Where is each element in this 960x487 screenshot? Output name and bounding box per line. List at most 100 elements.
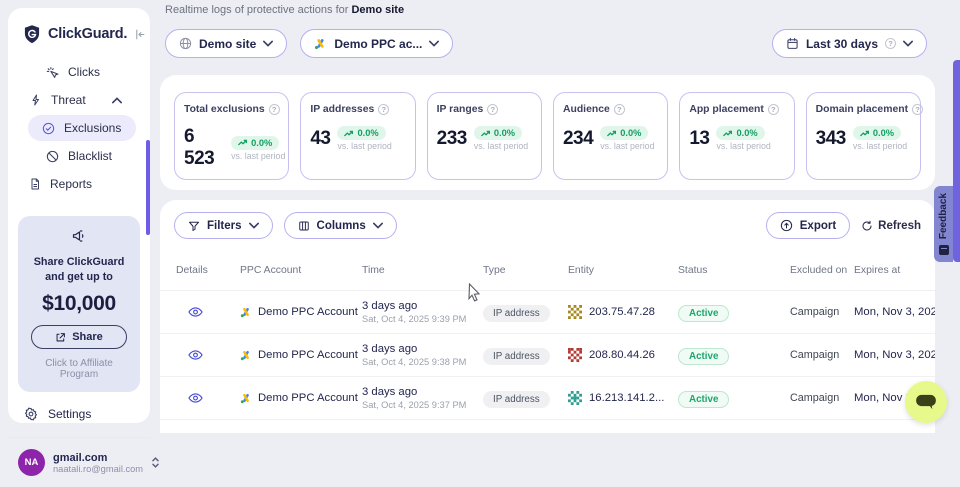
- filters-label: Filters: [207, 220, 242, 232]
- column-header-expires-at[interactable]: Expires at: [854, 265, 935, 276]
- account-name: gmail.com: [53, 452, 143, 464]
- funnel-icon: [188, 220, 200, 232]
- table-header-row: Details PPC Account Time Type Entity Sta…: [160, 251, 935, 291]
- entity-value: 203.75.47.28: [589, 306, 655, 318]
- help-icon[interactable]: ?: [614, 104, 625, 115]
- feedback-label: Feedback: [938, 193, 949, 239]
- identicon: [568, 391, 582, 405]
- entity-cell: 208.80.44.26: [568, 348, 678, 362]
- delta-value: 0.0%: [873, 128, 894, 138]
- stat-card-total-exclusions: Total exclusions? 6 523 0.0% vs. last pe…: [174, 92, 289, 180]
- ppc-account-selector[interactable]: Demo PPC ac...: [300, 29, 453, 58]
- sidebar-scrollbar[interactable]: [146, 140, 150, 235]
- delta-value: 0.0%: [620, 128, 641, 138]
- trend-up-icon: [238, 139, 248, 146]
- view-details-eye-icon[interactable]: [188, 392, 240, 404]
- chevron-up-icon[interactable]: [112, 97, 122, 104]
- logo-row: ClickGuard.: [8, 8, 150, 56]
- time-cell: 3 days ago Sat, Oct 4, 2025 9:39 PM: [362, 300, 483, 324]
- help-icon[interactable]: ?: [768, 104, 779, 115]
- stat-value: 234: [563, 128, 593, 150]
- help-icon[interactable]: ?: [269, 104, 280, 115]
- trend-up-icon: [860, 130, 870, 137]
- share-button-label: Share: [72, 331, 103, 343]
- entity-cell: 16.213.141.2...: [568, 391, 678, 405]
- export-button[interactable]: Export: [766, 212, 850, 239]
- refresh-button[interactable]: Refresh: [861, 220, 921, 232]
- columns-icon: [298, 220, 310, 232]
- sidebar-item-label: Reports: [50, 177, 92, 191]
- table-row: Demo PPC Account 3 days ago Sat, Oct 4, …: [160, 377, 935, 420]
- time-absolute: Sat, Oct 4, 2025 9:39 PM: [362, 314, 483, 324]
- help-icon[interactable]: ?: [487, 104, 498, 115]
- sidebar-item-reports[interactable]: Reports: [14, 170, 144, 198]
- column-header-time[interactable]: Time: [362, 265, 483, 276]
- identicon: [568, 348, 582, 362]
- page-scrollbar[interactable]: [953, 60, 960, 262]
- stat-label: Audience: [563, 104, 610, 115]
- column-header-entity[interactable]: Entity: [568, 265, 678, 276]
- status-badge: Active: [678, 305, 729, 322]
- ppc-account-cell: Demo PPC Account: [240, 306, 362, 318]
- stat-label: IP ranges: [437, 104, 484, 115]
- view-details-eye-icon[interactable]: [188, 349, 240, 361]
- view-details-eye-icon[interactable]: [188, 306, 240, 318]
- chevron-down-icon: [373, 222, 383, 229]
- table-row-partial: 3 days ago: [160, 420, 935, 433]
- sidebar-item-label: Clicks: [68, 65, 100, 79]
- site-selector[interactable]: Demo site: [165, 29, 287, 58]
- chat-launcher-button[interactable]: [905, 381, 947, 423]
- column-header-excluded-on[interactable]: Excluded on: [790, 264, 854, 277]
- subtitle-prefix: Realtime logs of protective actions for: [165, 4, 351, 16]
- stat-value: 6 523: [184, 126, 224, 170]
- affiliate-link[interactable]: Click to Affiliate Program: [25, 358, 133, 380]
- sidebar-item-exclusions[interactable]: Exclusions: [28, 115, 136, 141]
- trend-up-icon: [723, 130, 733, 137]
- entity-value: 16.213.141.2...: [589, 392, 664, 404]
- affiliate-promo-card: Share ClickGuard and get up to $10,000 S…: [18, 216, 140, 392]
- table-row: Demo PPC Account 3 days ago Sat, Oct 4, …: [160, 334, 935, 377]
- sidebar-nav: Clicks Threat Exclusions Blacklist: [8, 56, 150, 200]
- ppc-account-name: Demo PPC Account: [258, 306, 358, 318]
- trend-up-icon: [481, 130, 491, 137]
- refresh-icon: [861, 220, 873, 232]
- sidebar-item-threat[interactable]: Threat: [14, 86, 144, 114]
- trend-up-icon: [344, 130, 354, 137]
- settings-label: Settings: [48, 407, 91, 421]
- sidebar-collapse-icon[interactable]: [133, 28, 146, 41]
- feedback-tab[interactable]: Feedback: [934, 186, 953, 262]
- stat-value: 43: [310, 128, 330, 150]
- delta-value: 0.0%: [251, 138, 272, 148]
- entity-cell: 203.75.47.28: [568, 305, 678, 319]
- help-icon[interactable]: ?: [378, 104, 389, 115]
- external-link-icon: [55, 332, 66, 343]
- sidebar-item-blacklist[interactable]: Blacklist: [14, 142, 144, 170]
- column-header-status[interactable]: Status: [678, 265, 790, 276]
- date-range-selector[interactable]: Last 30 days ?: [772, 29, 927, 58]
- column-header-details[interactable]: Details: [176, 265, 240, 276]
- sidebar-item-clicks[interactable]: Clicks: [14, 58, 144, 86]
- column-header-ppc-account[interactable]: PPC Account: [240, 265, 362, 276]
- column-header-type[interactable]: Type: [483, 265, 568, 276]
- lightning-icon: [30, 93, 42, 107]
- trend-up-icon: [607, 130, 617, 137]
- up-down-chevron-icon[interactable]: [151, 456, 160, 469]
- status-badge: Active: [678, 348, 729, 365]
- help-icon[interactable]: ?: [912, 104, 923, 115]
- columns-button[interactable]: Columns: [284, 212, 397, 239]
- compare-label: vs. last period: [600, 141, 654, 151]
- account-switcher[interactable]: NA gmail.com naatali.ro@gmail.com: [8, 438, 150, 487]
- stat-card-audience: Audience? 234 0.0% vs. last period: [553, 92, 668, 180]
- filters-button[interactable]: Filters: [174, 212, 273, 239]
- stat-value: 13: [689, 128, 709, 150]
- sidebar-item-label: Exclusions: [64, 121, 121, 135]
- sidebar-item-settings[interactable]: Settings: [8, 392, 150, 431]
- delta-badge: 0.0%: [337, 126, 385, 140]
- chevron-down-icon: [249, 222, 259, 229]
- chevron-down-icon: [903, 40, 913, 47]
- gear-icon: [24, 407, 38, 421]
- time-relative: 3 days ago: [362, 343, 483, 355]
- share-button[interactable]: Share: [31, 325, 126, 349]
- time-absolute: Sat, Oct 4, 2025 9:38 PM: [362, 357, 483, 367]
- delta-badge: 0.0%: [716, 126, 764, 140]
